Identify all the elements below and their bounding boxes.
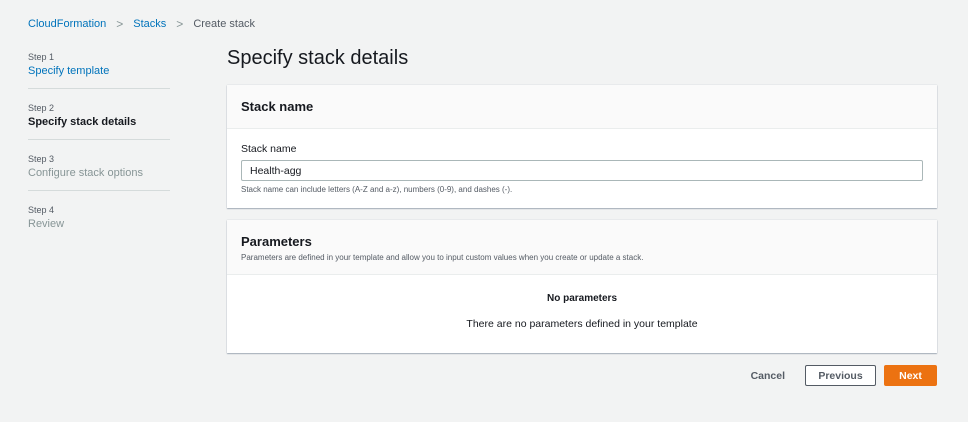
step-3: Step 3 Configure stack options xyxy=(28,152,170,191)
chevron-right-icon: > xyxy=(176,17,184,31)
step-number: Step 1 xyxy=(28,52,55,62)
stack-name-label: Stack name xyxy=(241,143,297,155)
panel-header: Stack name xyxy=(241,99,314,114)
step-4: Step 4 Review xyxy=(28,203,170,242)
empty-title: No parameters xyxy=(546,293,618,304)
page-title: Specify stack details xyxy=(227,47,409,69)
step-title: Specify stack details xyxy=(28,116,137,128)
step-2: Step 2 Specify stack details xyxy=(28,101,170,140)
stack-name-hint: Stack name can include letters (A-Z and … xyxy=(241,185,513,194)
step-number: Step 2 xyxy=(28,103,55,113)
step-title[interactable]: Specify template xyxy=(28,65,170,77)
panel-header: Parameters xyxy=(241,234,312,249)
step-number: Step 4 xyxy=(28,205,55,215)
breadcrumb-current: Create stack xyxy=(193,18,256,30)
stack-name-input[interactable] xyxy=(241,160,923,181)
breadcrumb: CloudFormation > Stacks > Create stack xyxy=(28,17,255,31)
breadcrumb-cloudformation[interactable]: CloudFormation xyxy=(28,18,106,30)
wizard-steps: Step 1 Specify template Step 2 Specify sta… xyxy=(28,50,170,254)
parameters-description: Parameters are defined in your template … xyxy=(241,253,644,262)
step-title: Review xyxy=(28,218,65,230)
parameters-panel: Parameters Parameters are defined in your… xyxy=(227,220,937,353)
next-button[interactable]: Next xyxy=(884,365,937,386)
chevron-right-icon: > xyxy=(116,17,124,31)
breadcrumb-stacks[interactable]: Stacks xyxy=(133,18,166,30)
wizard-actions: Cancel Previous Next xyxy=(739,365,937,386)
cancel-button[interactable]: Cancel xyxy=(739,365,797,386)
previous-button[interactable]: Previous xyxy=(805,365,876,386)
stack-name-panel: Stack name Stack name Stack name can inc… xyxy=(227,85,937,208)
step-1[interactable]: Step 1 Specify template xyxy=(28,50,170,89)
empty-text: There are no parameters defined in your … xyxy=(466,318,698,330)
step-number: Step 3 xyxy=(28,154,55,164)
step-title: Configure stack options xyxy=(28,167,143,179)
